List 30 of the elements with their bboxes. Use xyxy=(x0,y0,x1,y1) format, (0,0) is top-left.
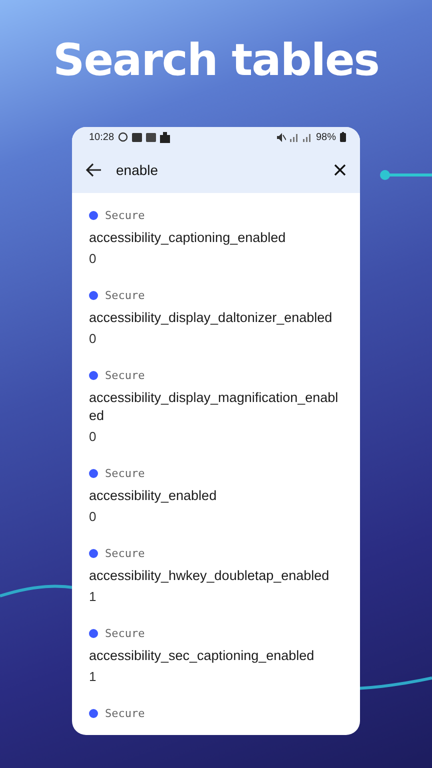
setting-key: accessibility_enabled xyxy=(89,487,342,505)
setting-value: 0 xyxy=(89,509,98,525)
setting-key: accessibility_sec_captioning_enabled xyxy=(89,647,342,665)
mute-icon xyxy=(276,132,286,142)
battery-level: 98% xyxy=(316,132,336,142)
category-label: Secure xyxy=(105,368,145,382)
status-time: 10:28 xyxy=(89,132,114,142)
search-field[interactable]: enable xyxy=(116,162,320,178)
category-label: Secure xyxy=(105,288,145,302)
category-label: Secure xyxy=(105,208,145,222)
connector-line xyxy=(380,170,432,180)
setting-value: 1 xyxy=(89,669,98,685)
setting-key: accessibility_display_magnification_enabled xyxy=(89,389,342,425)
category-label: Secure xyxy=(105,706,145,720)
signal-icon xyxy=(302,132,312,142)
close-icon[interactable] xyxy=(334,164,346,176)
category-label: Secure xyxy=(105,546,145,560)
headline: Search tables xyxy=(53,36,379,86)
setting-value: 1 xyxy=(89,589,98,605)
setting-key: accessibility_hwkey_doubletap_enabled xyxy=(89,567,342,585)
setting-value: 0 xyxy=(89,251,98,267)
signal-icon xyxy=(290,132,299,142)
category-label: Secure xyxy=(105,626,145,640)
setting-key: accessibility_display_daltonizer_enabled xyxy=(89,309,342,327)
back-arrow-icon[interactable] xyxy=(86,163,102,177)
setting-value: 0 xyxy=(89,429,98,445)
setting-value: 0 xyxy=(89,331,98,347)
category-label: Secure xyxy=(105,466,145,480)
setting-key: accessibility_captioning_enabled xyxy=(89,229,342,247)
battery-icon xyxy=(340,132,346,142)
